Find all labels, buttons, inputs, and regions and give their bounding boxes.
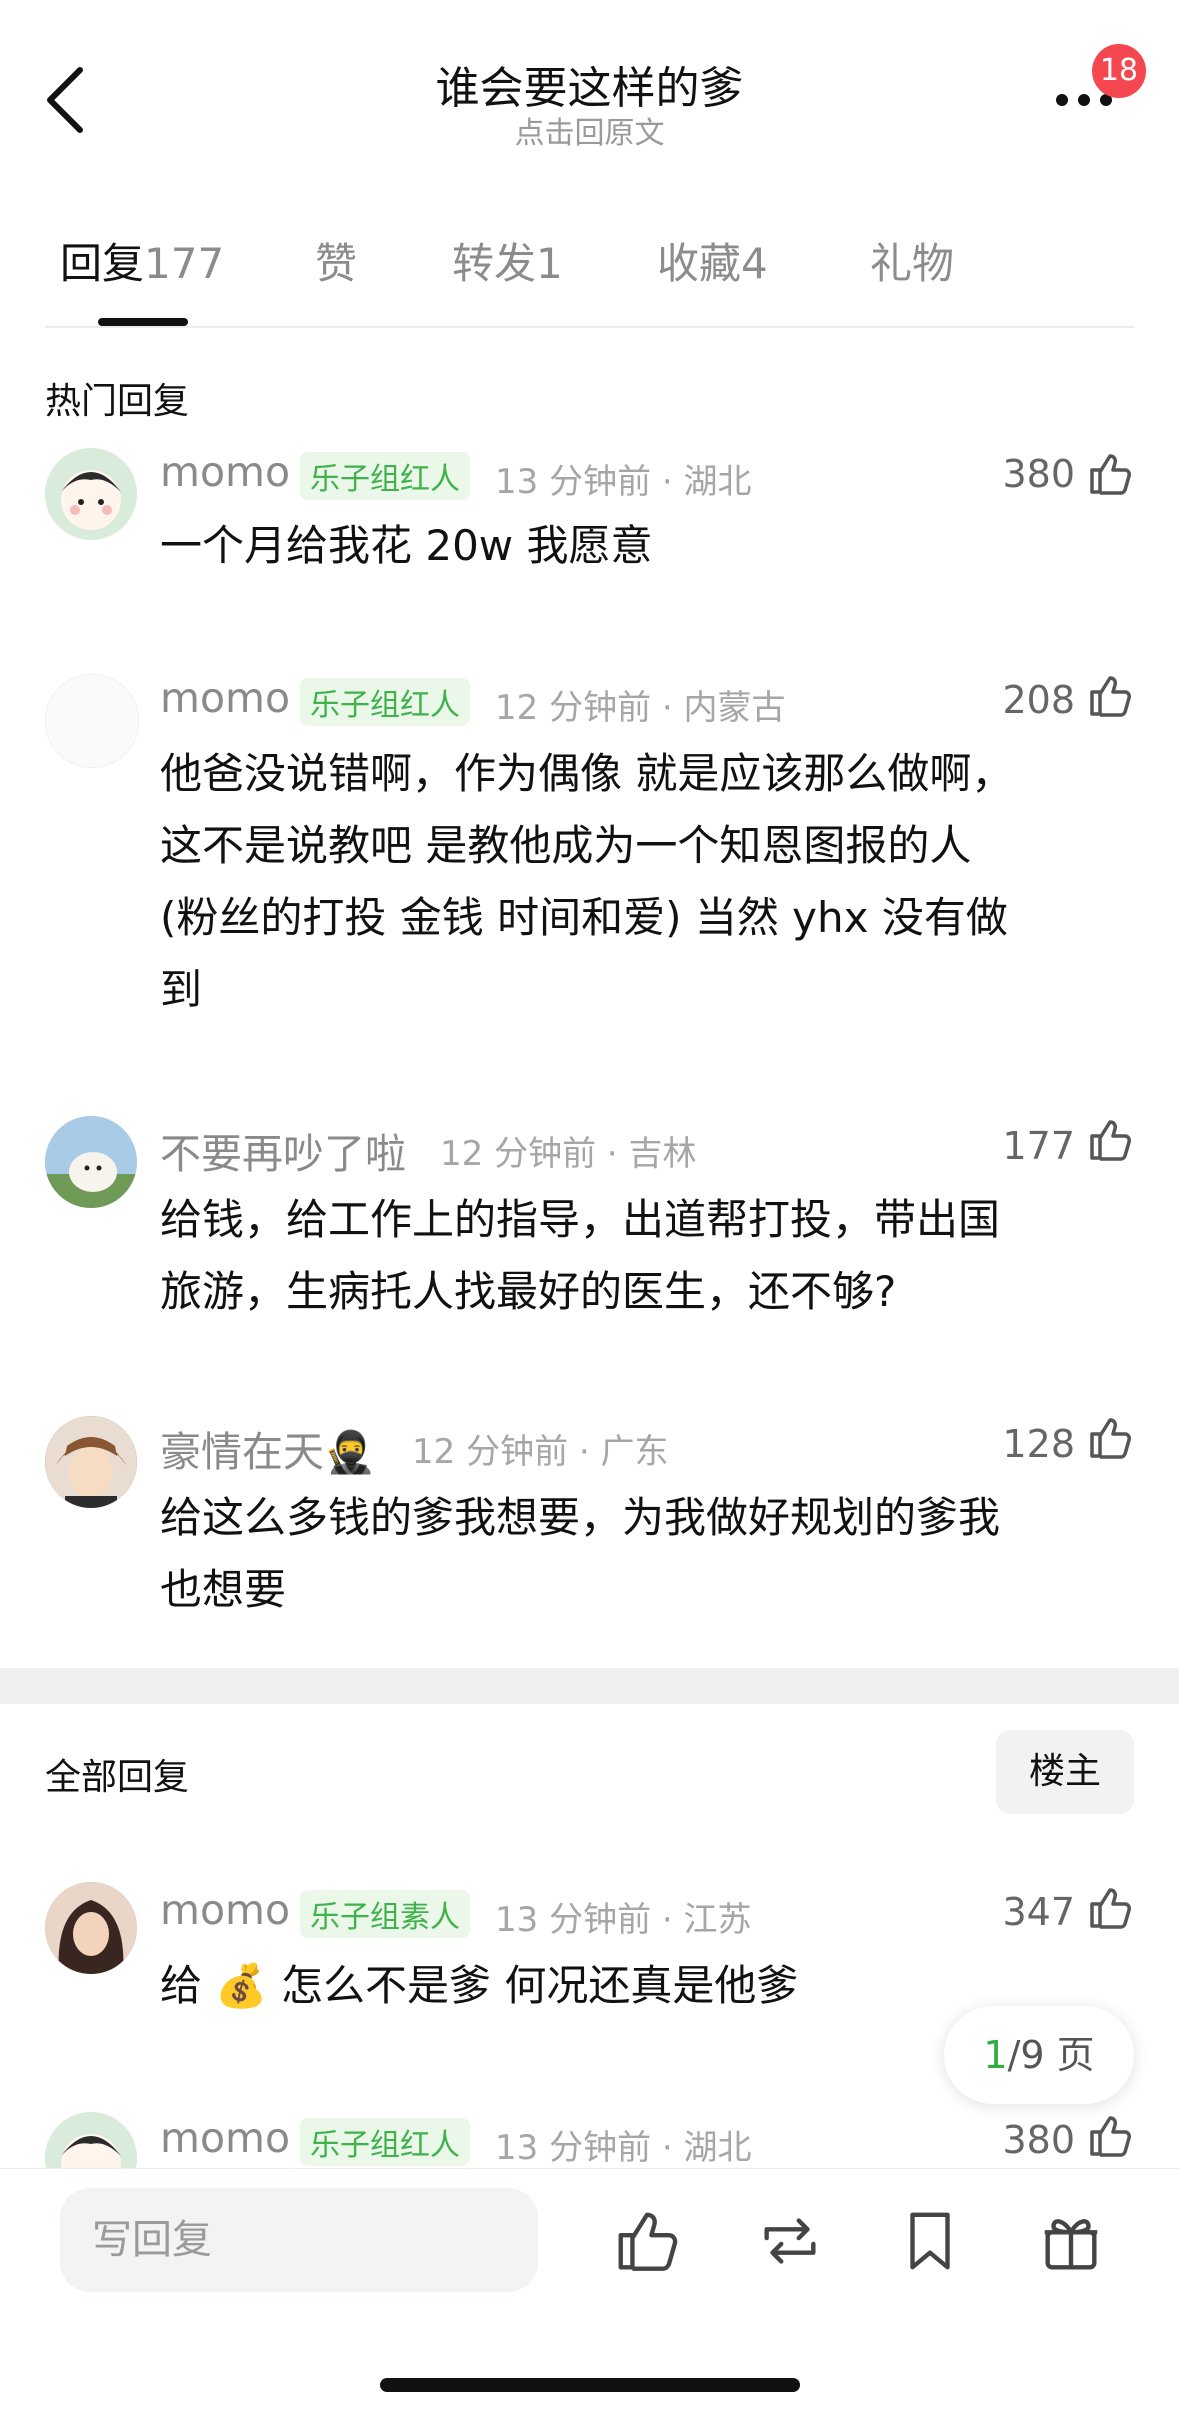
like-icon[interactable] (612, 2206, 682, 2276)
user-tag: 乐子组红人 (300, 678, 470, 726)
like-count: 380 (1002, 452, 1075, 496)
reply-input[interactable]: 写回复 (60, 2188, 538, 2292)
like-count: 208 (1002, 678, 1075, 722)
comment-username[interactable]: 不要再吵了啦 (160, 1120, 406, 1180)
current-page: 1 (983, 2033, 1008, 2077)
comment-username[interactable]: 豪情在天🥷 (160, 1418, 375, 1478)
comment-line: 他爸没说错啊，作为偶像 就是应该那么做啊， (160, 749, 1014, 798)
avatar-photo-icon (45, 1882, 137, 1974)
comment-time-location: 12 分钟前 · 吉林 (440, 1134, 697, 1174)
like-count: 128 (1002, 1422, 1075, 1466)
back-to-original-link[interactable]: 点击回原文 (0, 108, 1179, 152)
tab-favorites[interactable]: 收藏4 (657, 230, 768, 291)
thumbs-up-icon[interactable] (1086, 450, 1134, 498)
bookmark-icon[interactable] (895, 2206, 965, 2276)
comment-username[interactable]: momo (160, 1886, 290, 1934)
notification-badge: 18 (1092, 44, 1146, 98)
comment-username[interactable]: momo (160, 674, 290, 722)
comment-line: 给钱，给工作上的指导，出道帮打投，带出国 (160, 1195, 1001, 1244)
thumbs-up-icon[interactable] (1086, 672, 1134, 720)
avatar[interactable] (45, 1416, 137, 1508)
comment-time-location: 13 分钟前 · 湖北 (495, 462, 752, 502)
page-title: 谁会要这样的爹 (435, 63, 744, 114)
comment-text: 给这么多钱的爹我想要，为我做好规划的爹我 也想要 (160, 1482, 1120, 1626)
tab-likes[interactable]: 赞 (315, 230, 357, 291)
tab-replies-label: 回复 (60, 239, 145, 288)
tab-reposts-count: 1 (536, 239, 563, 288)
user-tag: 乐子组素人 (300, 1890, 470, 1938)
comment-line: (粉丝的打投 金钱 时间和爱) 当然 yhx 没有做 (160, 893, 1008, 942)
comment-line: 到 (160, 965, 203, 1014)
comment-text: 一个月给我花 20w 我愿意 (160, 510, 1120, 582)
comment-text: 给钱，给工作上的指导，出道帮打投，带出国 旅游，生病托人找最好的医生，还不够? (160, 1184, 1120, 1328)
comment-username[interactable]: momo (160, 2114, 290, 2162)
like-count: 380 (1002, 2118, 1075, 2162)
comment-username[interactable]: momo (160, 448, 290, 496)
hot-replies-title: 热门回复 (45, 381, 190, 422)
repost-icon[interactable] (755, 2206, 825, 2276)
comment-text: 他爸没说错啊，作为偶像 就是应该那么做啊， 这不是说教吧 是教他成为一个知恩图报… (160, 738, 1120, 1026)
total-pages: /9 页 (1007, 2033, 1095, 2077)
like-count: 177 (1002, 1124, 1075, 1168)
comment-line: 一个月给我花 20w 我愿意 (160, 521, 653, 570)
comment-line: 也想要 (160, 1565, 287, 1614)
thumbs-up-icon[interactable] (1086, 1116, 1134, 1164)
tab-reposts-label: 转发 (452, 239, 537, 288)
gift-icon[interactable] (1036, 2206, 1106, 2276)
comment-line: 旅游，生病托人找最好的医生，还不够? (160, 1267, 897, 1316)
avatar[interactable] (45, 448, 137, 540)
avatar[interactable] (45, 674, 139, 768)
avatar-cartoon-icon (45, 448, 137, 540)
user-tag: 乐子组红人 (300, 2118, 470, 2166)
active-tab-indicator (98, 318, 188, 326)
tab-replies-count: 177 (144, 239, 225, 288)
section-separator (0, 1668, 1179, 1704)
page-indicator[interactable]: 1/9 页 (944, 2006, 1134, 2104)
avatar[interactable] (45, 1882, 137, 1974)
tab-favorites-label: 收藏 (657, 239, 742, 288)
user-tag: 乐子组红人 (300, 452, 470, 500)
comment-time-location: 12 分钟前 · 内蒙古 (495, 688, 786, 728)
comment-line: 这不是说教吧 是教他成为一个知恩图报的人 (160, 821, 972, 870)
avatar[interactable] (45, 1116, 137, 1208)
thumbs-up-icon[interactable] (1086, 1414, 1134, 1462)
like-count: 347 (1002, 1890, 1075, 1934)
comment-time-location: 13 分钟前 · 江苏 (495, 1900, 752, 1940)
thumbs-up-icon[interactable] (1086, 1884, 1134, 1932)
tab-replies[interactable]: 回复177 (60, 230, 224, 291)
tab-likes-label: 赞 (315, 239, 358, 288)
thumbs-up-icon[interactable] (1086, 2112, 1134, 2160)
tab-reposts[interactable]: 转发1 (452, 230, 563, 291)
avatar-sheep-icon (45, 1116, 137, 1208)
tab-gifts[interactable]: 礼物 (870, 230, 954, 291)
comment-time-location: 12 分钟前 · 广东 (412, 1432, 669, 1472)
comment-line: 给这么多钱的爹我想要，为我做好规划的爹我 (160, 1493, 1001, 1542)
avatar-anime-icon (45, 1416, 137, 1508)
tabs-divider (45, 326, 1135, 328)
tab-gifts-label: 礼物 (870, 239, 955, 288)
tab-favorites-count: 4 (741, 239, 768, 288)
owner-only-button[interactable]: 楼主 (996, 1730, 1134, 1814)
all-replies-title: 全部回复 (45, 1757, 190, 1798)
comment-time-location: 13 分钟前 · 湖北 (495, 2128, 752, 2168)
home-indicator (380, 2378, 800, 2392)
